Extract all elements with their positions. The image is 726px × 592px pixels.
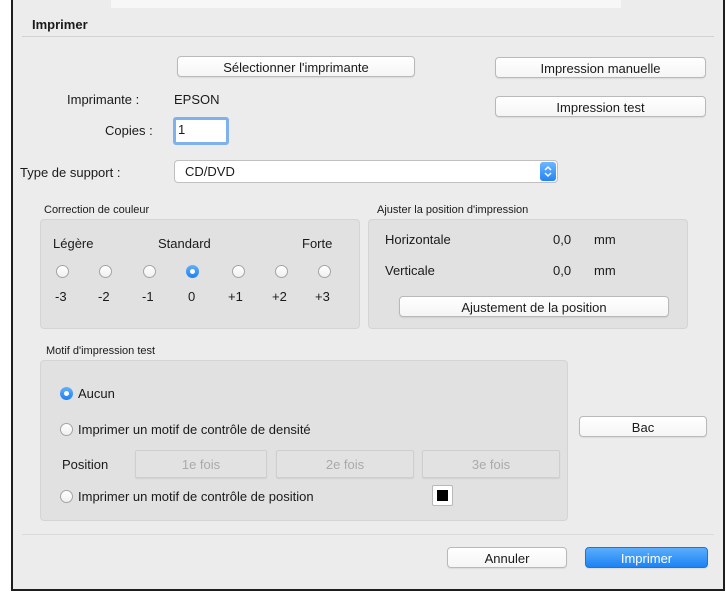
pattern-none-radio[interactable] xyxy=(60,387,73,400)
color-light-label: Légère xyxy=(53,236,94,251)
copies-field[interactable]: 1 xyxy=(173,117,229,145)
color-value-m1: -1 xyxy=(142,289,154,304)
position-2-button[interactable]: 2e fois xyxy=(276,450,414,478)
color-value-0: 0 xyxy=(188,289,196,304)
black-swatch-icon xyxy=(437,490,448,501)
color-value-m3: -3 xyxy=(55,289,67,304)
color-correction-group: Légère Standard Forte -3 -2 -1 0 +1 +2 +… xyxy=(40,219,360,329)
pattern-none-label[interactable]: Aucun xyxy=(78,386,115,401)
pattern-density-label[interactable]: Imprimer un motif de contrôle de densité xyxy=(78,422,311,437)
tray-button[interactable]: Bac xyxy=(579,416,707,437)
position-3-button[interactable]: 3e fois xyxy=(422,450,560,478)
pattern-position-radio[interactable] xyxy=(60,490,73,503)
vertical-label: Verticale xyxy=(385,263,435,278)
media-type-label: Type de support : xyxy=(20,165,121,180)
color-value-m2: -2 xyxy=(98,289,110,304)
cancel-button[interactable]: Annuler xyxy=(447,547,567,568)
color-value-p2: +2 xyxy=(272,289,287,304)
position-label: Position xyxy=(62,457,109,472)
title-divider xyxy=(22,36,714,37)
print-dialog: Imprimer Sélectionner l'imprimante Impre… xyxy=(11,0,725,591)
printer-label: Imprimante : xyxy=(67,92,140,107)
color-strong-label: Forte xyxy=(302,236,333,251)
select-arrows-icon xyxy=(540,162,556,181)
select-printer-button[interactable]: Sélectionner l'imprimante xyxy=(177,56,415,77)
color-value-p1: +1 xyxy=(228,289,243,304)
print-button[interactable]: Imprimer xyxy=(585,547,708,568)
horizontal-label: Horizontale xyxy=(385,232,451,247)
manual-print-button[interactable]: Impression manuelle xyxy=(495,57,706,78)
title-strip xyxy=(111,0,621,8)
color-radio-m1[interactable] xyxy=(143,265,156,278)
pattern-position-label[interactable]: Imprimer un motif de contrôle de positio… xyxy=(78,489,314,504)
position-adjust-title: Ajuster la position d'impression xyxy=(377,204,529,216)
printer-value: EPSON xyxy=(174,92,220,107)
up-down-chevron-icon xyxy=(544,165,552,178)
dialog-title: Imprimer xyxy=(32,17,88,32)
color-swatch-button[interactable] xyxy=(432,485,453,506)
color-standard-label: Standard xyxy=(158,236,211,251)
color-radio-p1[interactable] xyxy=(232,265,245,278)
pattern-density-radio[interactable] xyxy=(60,423,73,436)
media-type-value: CD/DVD xyxy=(185,164,235,179)
vertical-unit: mm xyxy=(594,263,616,278)
test-pattern-title: Motif d'impression test xyxy=(46,345,156,357)
position-adjust-group: Horizontale 0,0 mm Verticale 0,0 mm Ajus… xyxy=(368,219,688,329)
footer-divider xyxy=(22,534,714,535)
horizontal-unit: mm xyxy=(594,232,616,247)
color-radio-p3[interactable] xyxy=(318,265,331,278)
color-radio-m3[interactable] xyxy=(56,265,69,278)
test-pattern-group: Aucun Imprimer un motif de contrôle de d… xyxy=(40,360,568,521)
color-radio-0[interactable] xyxy=(186,265,199,278)
horizontal-value: 0,0 xyxy=(553,232,572,247)
color-value-p3: +3 xyxy=(315,289,330,304)
position-adjust-button[interactable]: Ajustement de la position xyxy=(399,296,669,317)
position-1-button[interactable]: 1e fois xyxy=(135,450,267,478)
vertical-value: 0,0 xyxy=(553,263,572,278)
copies-label: Copies : xyxy=(105,123,153,138)
color-correction-title: Correction de couleur xyxy=(44,204,150,216)
color-radio-p2[interactable] xyxy=(275,265,288,278)
media-type-select[interactable]: CD/DVD xyxy=(174,160,558,183)
test-print-button[interactable]: Impression test xyxy=(495,96,706,117)
color-radio-m2[interactable] xyxy=(99,265,112,278)
